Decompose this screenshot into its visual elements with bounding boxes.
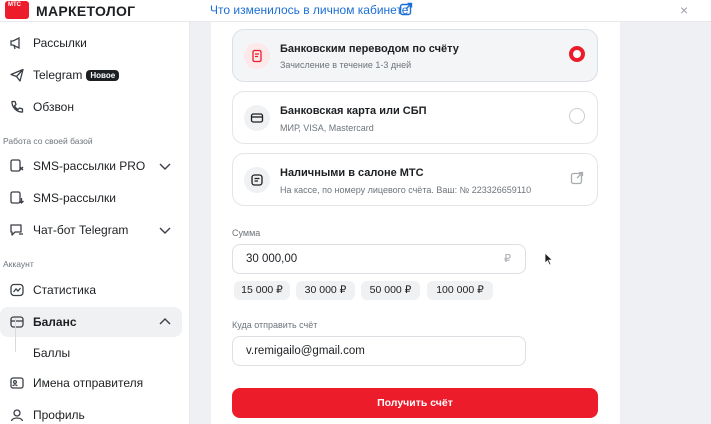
logo-mark: МТС (8, 2, 21, 8)
radio-selected[interactable] (569, 46, 585, 62)
amount-preset-chip[interactable]: 30 000 ₽ (296, 281, 355, 300)
sidebar-item-profile[interactable]: Профиль (0, 400, 182, 424)
option-title: Банковская карта или СБП (280, 105, 427, 117)
chevron-down-icon[interactable] (158, 159, 172, 173)
amount-label: Сумма (232, 228, 261, 238)
sidebar-item-label: Баллы (33, 346, 71, 360)
sidebar-item-sender-names[interactable]: Имена отправителя (0, 368, 182, 398)
new-badge: Новое (86, 70, 120, 82)
sidebar-item-label: Имена отправителя (33, 376, 144, 390)
sidebar-item-sms[interactable]: SMS-рассылки (0, 183, 182, 213)
radio-unselected[interactable] (569, 108, 585, 124)
chevron-down-icon[interactable] (158, 223, 172, 237)
mts-logo[interactable]: МТС (5, 1, 29, 19)
megaphone-icon (10, 36, 20, 50)
currency-sign: ₽ (504, 253, 511, 265)
option-subtitle: Зачисление в течение 1-3 дней (280, 60, 412, 70)
sidebar-item-calls[interactable]: Обзвон (0, 92, 182, 122)
sms-pro-icon (10, 159, 24, 172)
chevron-up-icon[interactable] (158, 315, 172, 329)
payment-option-card[interactable]: Банковская карта или СБП МИР, VISA, Mast… (232, 91, 598, 144)
sidebar-item-label: Telegram (33, 68, 83, 82)
sidebar-item-label: Рассылки (33, 36, 87, 50)
sidebar-item-balance[interactable]: Баланс (0, 307, 182, 337)
payment-option-bank-transfer[interactable]: Банковским переводом по счёту Зачисление… (232, 29, 598, 82)
close-icon[interactable]: × (680, 2, 688, 18)
card-icon (244, 105, 270, 131)
whats-new-link[interactable]: Что изменилось в личном кабинете (210, 3, 408, 17)
payment-option-cash[interactable]: Наличными в салоне МТС На кассе, по номе… (232, 153, 598, 206)
cash-register-icon (244, 167, 270, 193)
mouse-cursor-icon (544, 252, 554, 266)
option-title: Банковским переводом по счёту (280, 43, 459, 55)
paper-plane-icon (10, 68, 24, 82)
id-card-icon (10, 377, 24, 389)
email-label: Куда отправить счёт (232, 320, 318, 330)
sidebar-item-sms-pro[interactable]: SMS-рассылки PRO (0, 151, 182, 181)
section-title-own-base: Работа со своей базой (3, 136, 93, 146)
option-title: Наличными в салоне МТС (280, 167, 424, 179)
email-input[interactable]: v.remigailo@gmail.com (232, 336, 526, 366)
amount-input[interactable]: 30 000,00 (232, 244, 526, 274)
section-title-account: Аккаунт (3, 259, 34, 269)
invoice-icon (244, 43, 270, 69)
option-subtitle: МИР, VISA, Mastercard (280, 123, 374, 133)
amount-preset-chip[interactable]: 100 000 ₽ (427, 281, 493, 300)
sidebar-item-mailings[interactable]: Рассылки (0, 28, 182, 58)
get-invoice-button[interactable]: Получить счёт (232, 388, 598, 418)
sidebar-item-label: Профиль (33, 408, 85, 422)
sidebar-item-label: SMS-рассылки (33, 191, 116, 205)
sidebar-item-statistics[interactable]: Статистика (0, 275, 182, 305)
sidebar-item-chatbot[interactable]: Чат-бот Telegram (0, 215, 182, 245)
app-title: МАРКЕТОЛОГ (36, 3, 136, 19)
sidebar-item-points[interactable]: Баллы (0, 338, 182, 368)
amount-preset-chip[interactable]: 50 000 ₽ (361, 281, 420, 300)
top-bar: МТС МАРКЕТОЛОГ Что изменилось в личном к… (0, 0, 711, 22)
sms-icon (10, 191, 24, 204)
sidebar-item-label: Статистика (33, 283, 97, 297)
user-icon (10, 409, 24, 422)
chart-icon (10, 283, 24, 297)
phone-icon (11, 100, 24, 113)
sidebar-item-label: Баланс (33, 315, 77, 329)
sidebar-item-label: Чат-бот Telegram (33, 223, 129, 237)
sidebar-item-label: SMS-рассылки PRO (33, 159, 146, 173)
amount-preset-chip[interactable]: 15 000 ₽ (234, 281, 290, 300)
wallet-icon (10, 316, 24, 328)
external-link-icon[interactable] (399, 2, 413, 16)
external-link-icon[interactable] (570, 171, 584, 185)
option-subtitle: На кассе, по номеру лицевого счёта. Ваш:… (280, 185, 532, 195)
chat-bot-icon (10, 224, 23, 236)
sidebar-item-telegram[interactable]: Telegram Новое (0, 60, 182, 90)
sidebar-item-label: Обзвон (33, 100, 74, 114)
